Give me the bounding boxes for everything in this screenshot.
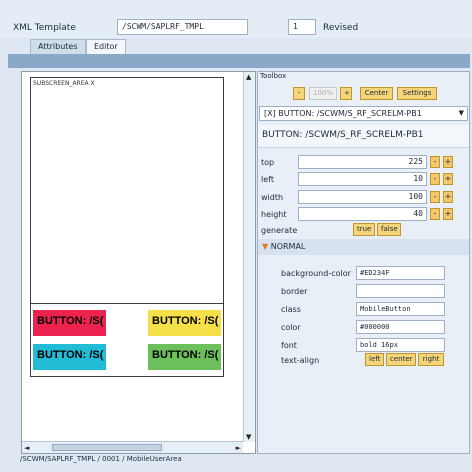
zoom-in-button[interactable]: +	[340, 87, 352, 100]
element-select-value: [X] BUTTON: /SCWM/S_RF_SCRELM-PB1	[264, 109, 422, 118]
align-left-button[interactable]: left	[365, 353, 384, 366]
prop-input-left[interactable]: 10	[298, 172, 427, 186]
subscreen-label: SUBSCREEN_AREA X	[33, 80, 95, 87]
style-label-font: font	[281, 341, 297, 350]
increment-height-button[interactable]: +	[443, 208, 453, 220]
canvas-button-yellow[interactable]: BUTTON: /S(	[148, 310, 221, 336]
status-text: Revised	[323, 23, 359, 33]
style-label-background-color: background-color	[281, 269, 351, 278]
generate-true-button[interactable]: true	[353, 223, 375, 236]
prop-label-height: height	[261, 210, 287, 219]
scroll-right-icon[interactable]: ►	[236, 444, 241, 452]
collapse-triangle-icon[interactable]: ▼	[262, 242, 268, 251]
decrement-left-button[interactable]: -	[430, 173, 440, 185]
style-input-font[interactable]: bold 16px	[356, 338, 445, 352]
scroll-thumb[interactable]	[52, 444, 162, 451]
horizontal-scrollbar[interactable]: ◄ ►	[22, 441, 243, 453]
canvas-button-cyan[interactable]: BUTTON: /S(	[33, 344, 106, 370]
prop-label-width: width	[261, 193, 284, 202]
align-center-button[interactable]: center	[386, 353, 416, 366]
canvas-button-red[interactable]: BUTTON: /S(	[33, 310, 106, 336]
decrement-width-button[interactable]: -	[430, 191, 440, 203]
decrement-top-button[interactable]: -	[430, 156, 440, 168]
version-field[interactable]: 1	[288, 19, 316, 35]
style-input-class[interactable]: MobileButton	[356, 302, 445, 316]
tab-editor[interactable]: Editor	[86, 39, 126, 54]
tab-attributes[interactable]: Attributes	[30, 39, 86, 54]
increment-top-button[interactable]: +	[443, 156, 453, 168]
scroll-up-icon[interactable]: ▲	[246, 73, 251, 81]
increment-left-button[interactable]: +	[443, 173, 453, 185]
scroll-down-icon[interactable]: ▼	[246, 433, 251, 441]
style-input-border[interactable]	[356, 284, 445, 298]
editor-toolstrip	[8, 54, 470, 68]
prop-label-top: top	[261, 158, 275, 167]
scroll-left-icon[interactable]: ◄	[24, 444, 29, 452]
canvas-button-green[interactable]: BUTTON: /S(	[148, 344, 221, 370]
subscreen-area[interactable]: SUBSCREEN_AREA X	[30, 77, 224, 304]
increment-width-button[interactable]: +	[443, 191, 453, 203]
vertical-scrollbar[interactable]: ▲ ▼	[243, 72, 255, 442]
settings-button[interactable]: Settings	[397, 87, 437, 100]
align-right-button[interactable]: right	[418, 353, 444, 366]
decrement-height-button[interactable]: -	[430, 208, 440, 220]
template-label: XML Template	[13, 23, 76, 33]
chevron-down-icon[interactable]: ▼	[459, 109, 464, 117]
zoom-level: 100%	[309, 87, 337, 100]
style-label-color: color	[281, 323, 301, 332]
generate-label: generate	[261, 226, 298, 235]
button-grid: BUTTON: /S( BUTTON: /S( BUTTON: /S( BUTT…	[30, 302, 224, 377]
prop-label-left: left	[261, 175, 274, 184]
zoom-out-button[interactable]: -	[293, 87, 305, 100]
style-input-color[interactable]: #000000	[356, 320, 445, 334]
element-header: BUTTON: /SCWM/S_RF_SCRELM-PB1	[258, 125, 469, 148]
prop-input-width[interactable]: 100	[298, 190, 427, 204]
generate-false-button[interactable]: false	[377, 223, 401, 236]
prop-input-top[interactable]: 225	[298, 155, 427, 169]
element-select[interactable]: [X] BUTTON: /SCWM/S_RF_SCRELM-PB1 ▼	[259, 106, 468, 121]
element-path: /SCWM/SAPLRF_TMPL / 0001 / MobileUserAre…	[20, 455, 182, 463]
style-label-border: border	[281, 287, 308, 296]
text-align-label: text-align	[281, 356, 320, 365]
toolbox-title: Toolbox	[260, 72, 287, 80]
prop-input-height[interactable]: 40	[298, 207, 427, 221]
section-normal[interactable]: ▼ NORMAL	[258, 239, 469, 255]
section-normal-label: NORMAL	[270, 242, 306, 251]
template-field[interactable]: /SCWM/SAPLRF_TMPL	[117, 19, 248, 35]
style-input-background-color[interactable]: #ED234F	[356, 266, 445, 280]
center-button[interactable]: Center	[360, 87, 393, 100]
style-label-class: class	[281, 305, 301, 314]
